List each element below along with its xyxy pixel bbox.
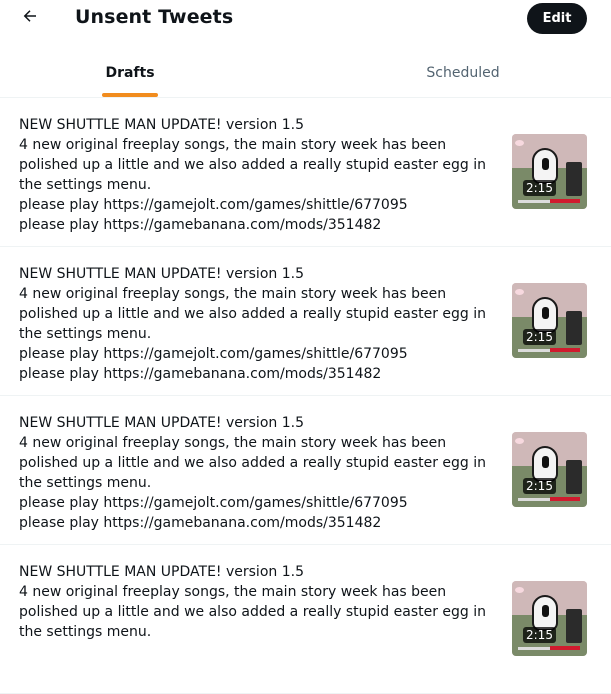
arrow-left-icon bbox=[21, 7, 39, 29]
video-thumbnail[interactable]: 2:15 bbox=[512, 283, 587, 358]
character-image bbox=[532, 297, 558, 333]
video-duration: 2:15 bbox=[523, 180, 556, 196]
draft-text: NEW SHUTTLE MAN UPDATE! version 1.5 4 ne… bbox=[19, 266, 487, 382]
top-bar: Unsent Tweets Edit bbox=[0, 0, 611, 40]
tab-drafts[interactable]: Drafts bbox=[60, 48, 200, 97]
character-image bbox=[532, 595, 558, 631]
draft-text: NEW SHUTTLE MAN UPDATE! version 1.5 4 ne… bbox=[19, 415, 487, 531]
character-image bbox=[532, 148, 558, 184]
tab-bar: Drafts Scheduled bbox=[0, 48, 611, 98]
draft-item[interactable]: NEW SHUTTLE MAN UPDATE! version 1.5 4 ne… bbox=[0, 396, 611, 545]
character-image bbox=[532, 446, 558, 482]
video-duration: 2:15 bbox=[523, 478, 556, 494]
video-thumbnail[interactable]: 2:15 bbox=[512, 581, 587, 656]
draft-item[interactable]: NEW SHUTTLE MAN UPDATE! version 1.5 4 ne… bbox=[0, 98, 611, 247]
video-duration: 2:15 bbox=[523, 329, 556, 345]
back-button[interactable] bbox=[18, 6, 42, 30]
draft-text: NEW SHUTTLE MAN UPDATE! version 1.5 4 ne… bbox=[19, 117, 487, 233]
page-title: Unsent Tweets bbox=[75, 6, 234, 28]
video-duration: 2:15 bbox=[523, 627, 556, 643]
drafts-list: NEW SHUTTLE MAN UPDATE! version 1.5 4 ne… bbox=[0, 98, 611, 694]
draft-item[interactable]: NEW SHUTTLE MAN UPDATE! version 1.5 4 ne… bbox=[0, 545, 611, 694]
video-thumbnail[interactable]: 2:15 bbox=[512, 134, 587, 209]
draft-item[interactable]: NEW SHUTTLE MAN UPDATE! version 1.5 4 ne… bbox=[0, 247, 611, 396]
video-thumbnail[interactable]: 2:15 bbox=[512, 432, 587, 507]
tab-scheduled[interactable]: Scheduled bbox=[393, 48, 533, 97]
edit-button[interactable]: Edit bbox=[527, 3, 587, 34]
active-tab-indicator bbox=[102, 93, 158, 97]
draft-text: NEW SHUTTLE MAN UPDATE! version 1.5 4 ne… bbox=[19, 564, 487, 640]
